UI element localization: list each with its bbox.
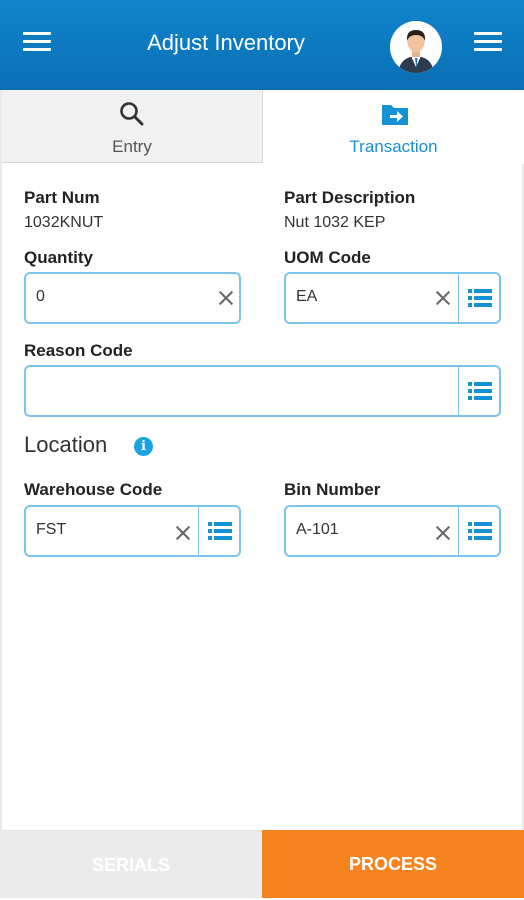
bin-number-value: A-101	[296, 521, 339, 538]
uom-code-list-button[interactable]	[458, 272, 501, 324]
part-num-label: Part Num	[24, 188, 100, 207]
location-section-title: Location	[24, 432, 108, 457]
tab-bar: Entry Transaction	[0, 90, 524, 164]
clear-icon[interactable]	[433, 288, 453, 308]
warehouse-code-list-button[interactable]	[198, 505, 241, 557]
quantity-label: Quantity	[24, 248, 93, 267]
list-icon	[468, 382, 492, 400]
page-title: Adjust Inventory	[147, 30, 305, 55]
tab-entry[interactable]: Entry	[2, 90, 263, 163]
folder-arrow-icon	[380, 100, 408, 128]
process-button[interactable]: PROCESS	[262, 830, 524, 898]
serials-button[interactable]: SERIALS	[0, 830, 262, 898]
part-description-value: Nut 1032 KEP	[284, 214, 386, 231]
bottom-action-bar: SERIALS PROCESS	[0, 830, 524, 900]
hamburger-menu-icon[interactable]	[474, 32, 502, 52]
reason-code-label: Reason Code	[24, 341, 133, 360]
reason-code-input[interactable]	[24, 365, 460, 417]
clear-icon[interactable]	[216, 288, 236, 308]
info-icon[interactable]: i	[134, 437, 153, 456]
tab-transaction-label: Transaction	[349, 137, 438, 156]
search-icon	[118, 100, 146, 128]
list-icon	[468, 522, 492, 540]
warehouse-code-label: Warehouse Code	[24, 480, 163, 499]
uom-code-label: UOM Code	[284, 248, 371, 267]
bin-number-list-button[interactable]	[458, 505, 501, 557]
bin-number-label: Bin Number	[284, 480, 381, 499]
left-border	[0, 90, 2, 830]
quantity-value: 0	[36, 288, 45, 305]
list-icon	[208, 522, 232, 540]
part-num-value: 1032KNUT	[24, 214, 104, 231]
bin-number-input[interactable]: A-101	[284, 505, 460, 557]
user-avatar-icon[interactable]	[390, 21, 442, 73]
warehouse-code-input[interactable]: FST	[24, 505, 200, 557]
warehouse-code-value: FST	[36, 521, 67, 538]
quantity-input[interactable]: 0	[24, 272, 241, 324]
uom-code-value: EA	[296, 288, 318, 305]
app-header: Adjust Inventory	[0, 0, 524, 90]
list-icon	[468, 289, 492, 307]
clear-icon[interactable]	[173, 523, 193, 543]
part-description-label: Part Description	[284, 188, 416, 207]
tab-entry-label: Entry	[112, 137, 152, 156]
clear-icon[interactable]	[433, 523, 453, 543]
tab-transaction[interactable]: Transaction	[263, 90, 524, 164]
reason-code-list-button[interactable]	[458, 365, 501, 417]
uom-code-input[interactable]: EA	[284, 272, 460, 324]
